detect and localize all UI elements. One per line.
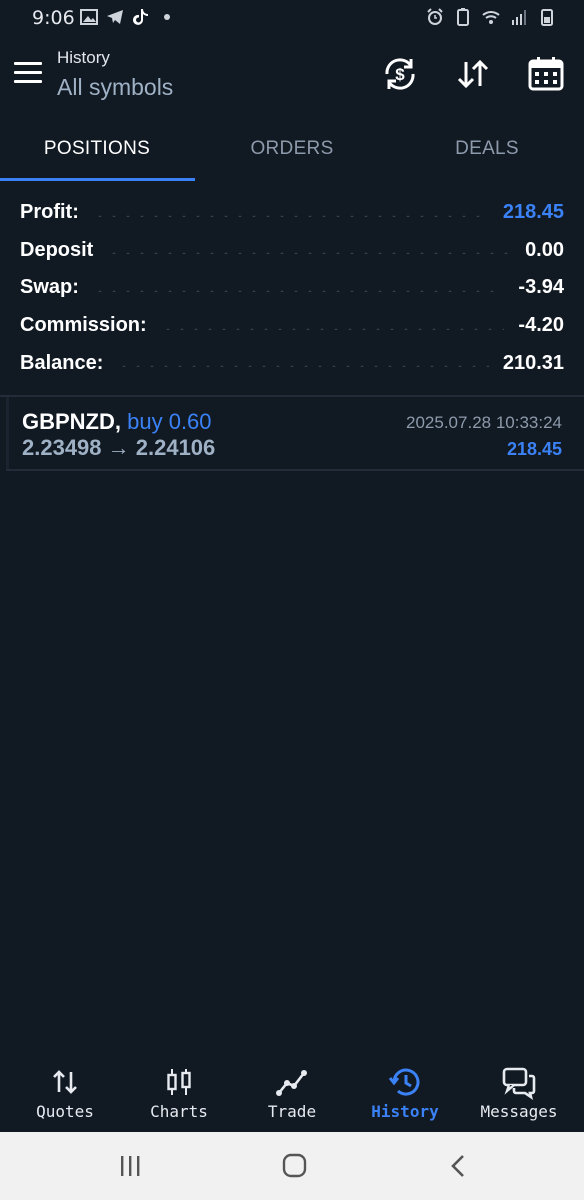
- position-symbol: GBPNZD,: [22, 409, 121, 434]
- currency-exchange-button[interactable]: $: [380, 54, 420, 94]
- calendar-icon: [528, 57, 564, 91]
- telegram-icon: [107, 10, 123, 24]
- dotted-leader: [92, 289, 505, 292]
- summary-label: Deposit: [20, 238, 94, 261]
- summary-row-swap: Swap: -3.94: [0, 269, 584, 307]
- home-icon: [282, 1153, 307, 1178]
- tiktok-icon: [133, 9, 148, 25]
- dotted-leader: [160, 327, 505, 330]
- alarm-icon: [427, 8, 443, 25]
- position-row[interactable]: GBPNZD, buy 0.60 2.23498 → 2.24106 2025.…: [6, 397, 584, 471]
- summary-label: Swap:: [20, 276, 79, 299]
- summary-value: 210.31: [502, 351, 564, 374]
- nav-charts[interactable]: Charts: [121, 1054, 237, 1132]
- home-button[interactable]: [274, 1150, 314, 1182]
- nav-label: Charts: [150, 1102, 208, 1121]
- summary-label: Commission:: [20, 314, 147, 337]
- menu-icon[interactable]: [14, 62, 42, 84]
- svg-text:$: $: [395, 65, 405, 84]
- summary-value: 218.45: [502, 201, 564, 224]
- summary-label: Balance:: [20, 351, 104, 374]
- recent-apps-icon: [121, 1156, 140, 1176]
- position-symbol-line: GBPNZD, buy 0.60: [22, 409, 212, 435]
- charts-icon: [161, 1064, 197, 1100]
- status-bar: 9:06: [0, 0, 584, 36]
- notification-icons: [80, 8, 170, 26]
- summary-value: 0.00: [525, 238, 564, 261]
- nav-label: History: [371, 1102, 439, 1121]
- position-time: 2025.07.28 10:33:24: [406, 413, 562, 432]
- recent-apps-button[interactable]: [110, 1150, 150, 1182]
- summary-row-balance: Balance: 210.31: [0, 344, 584, 382]
- gallery-icon: [80, 9, 98, 25]
- battery-icon: [541, 9, 553, 26]
- messages-icon: [501, 1064, 537, 1100]
- history-tabs: POSITIONS ORDERS DEALS: [0, 118, 584, 182]
- dotted-leader: [117, 365, 489, 368]
- summary-value: -4.20: [518, 314, 564, 337]
- nav-messages[interactable]: Messages: [461, 1054, 577, 1132]
- position-profit: 218.45: [506, 439, 562, 459]
- summary-value: -3.94: [518, 276, 564, 299]
- app-bar: History All symbols $: [0, 38, 584, 114]
- sort-button[interactable]: [453, 54, 493, 94]
- summary-list: Profit: 218.45 Deposit 0.00 Swap: -3.94 …: [0, 194, 584, 382]
- history-icon: [387, 1064, 423, 1100]
- summary-row-deposit: Deposit 0.00: [0, 232, 584, 270]
- currency-exchange-icon: $: [385, 58, 415, 90]
- tab-deals[interactable]: DEALS: [390, 118, 584, 182]
- summary-row-profit: Profit: 218.45: [0, 194, 584, 232]
- battery-saver-icon: [457, 8, 469, 26]
- dotted-leader: [92, 214, 489, 217]
- trade-icon: [274, 1064, 310, 1100]
- summary-label: Profit:: [20, 201, 79, 224]
- calendar-button[interactable]: [526, 54, 566, 94]
- system-navigation-bar: [0, 1132, 584, 1200]
- nav-quotes[interactable]: Quotes: [7, 1054, 123, 1132]
- system-status-icons: [426, 8, 556, 26]
- bottom-navigation: Quotes Charts Trade History Messages: [0, 1054, 584, 1132]
- dotted-leader: [107, 252, 512, 255]
- symbol-filter[interactable]: All symbols: [57, 74, 173, 101]
- back-button[interactable]: [438, 1150, 478, 1182]
- sort-icon: [457, 59, 489, 89]
- position-prices: 2.23498 → 2.24106: [22, 435, 216, 460]
- nav-history[interactable]: History: [347, 1054, 463, 1132]
- status-time: 9:06: [32, 7, 75, 29]
- wifi-icon: [482, 11, 500, 24]
- nav-trade[interactable]: Trade: [234, 1054, 350, 1132]
- back-icon: [451, 1155, 464, 1177]
- row-accent: [6, 397, 9, 469]
- tab-orders[interactable]: ORDERS: [195, 118, 389, 182]
- nav-label: Messages: [480, 1102, 558, 1121]
- nav-label: Quotes: [36, 1102, 94, 1121]
- more-notifications-dot: [164, 14, 170, 20]
- summary-row-commission: Commission: -4.20: [0, 307, 584, 345]
- nav-label: Trade: [267, 1102, 317, 1121]
- position-type: buy 0.60: [127, 409, 212, 434]
- signal-icon: [512, 10, 526, 25]
- active-tab-indicator: [0, 178, 195, 181]
- tab-positions[interactable]: POSITIONS: [0, 118, 194, 182]
- quotes-icon: [47, 1064, 83, 1100]
- page-title: History: [57, 48, 110, 67]
